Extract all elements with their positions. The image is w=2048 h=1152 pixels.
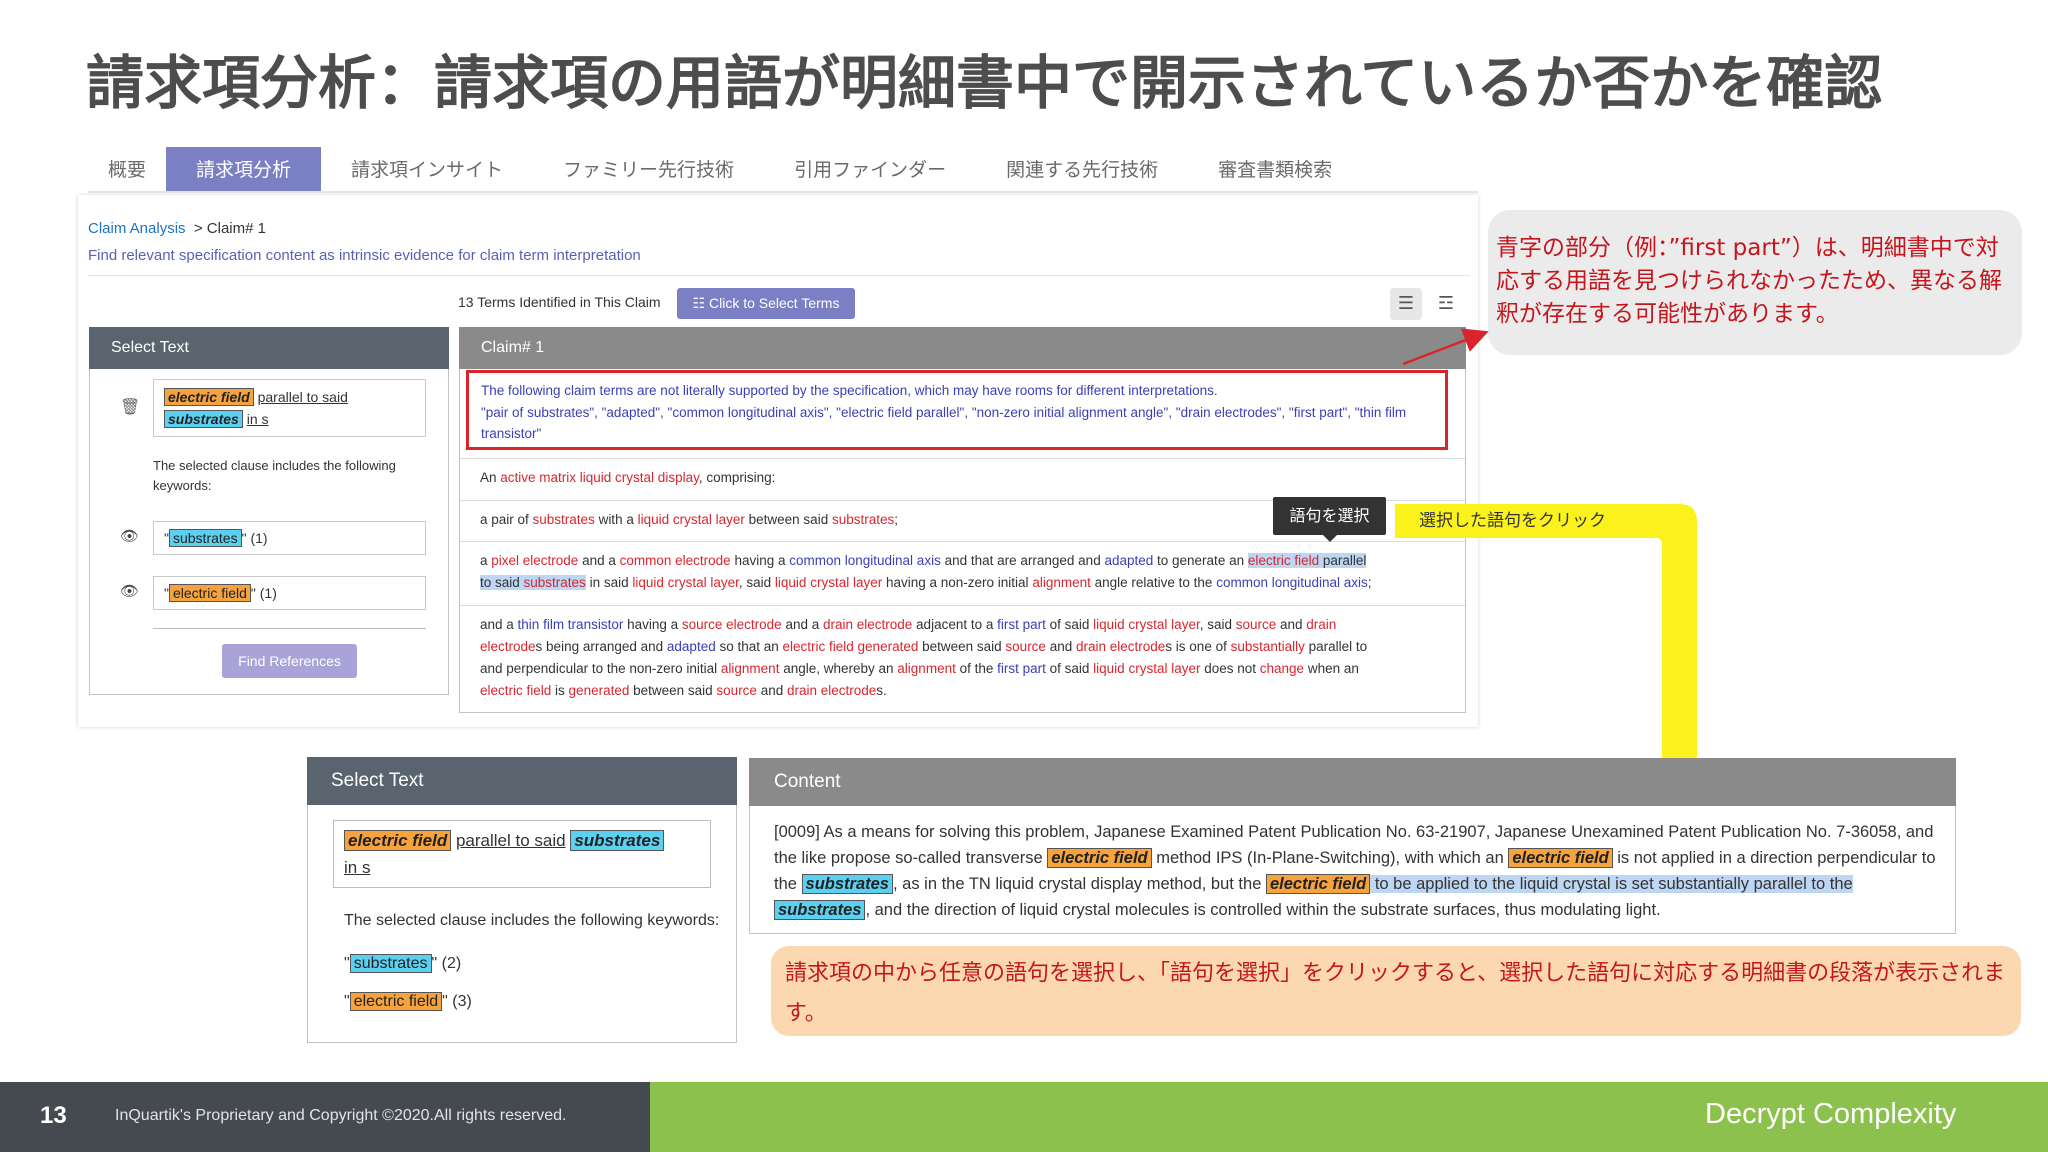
paragraph-text-selected: to be applied to the liquid crystal is s… (1370, 875, 1853, 893)
red-arrow (1402, 328, 1489, 366)
keyword-label: electric field (349, 992, 443, 1011)
highlight-term: electric field (344, 830, 452, 851)
content-header: Content (749, 758, 1956, 806)
keywords-note: The selected clause includes the followi… (344, 912, 720, 929)
tagline: Decrypt Complexity (1705, 1098, 1957, 1130)
highlight-term: electric field (1047, 848, 1152, 868)
highlight-term: electric field (1508, 848, 1613, 868)
paragraph-text: , and the direction of liquid crystal mo… (865, 901, 1661, 919)
keyword-item[interactable]: " electric field " (3) (344, 992, 472, 1011)
highlight-term: substrates (774, 900, 866, 920)
keyword-label: substrates (349, 954, 432, 973)
specification-paragraph: [0009] As a means for solving this probl… (774, 819, 1944, 923)
selected-text: parallel to said (455, 831, 566, 850)
paragraph-text: method IPS (In-Plane-Switching), with wh… (1151, 849, 1509, 867)
select-text-header: Select Text (307, 757, 737, 805)
keyword-item[interactable]: " substrates " (2) (344, 954, 462, 973)
selected-text-box[interactable]: electric field parallel to said substrat… (333, 820, 711, 888)
keyword-count: " (3) (442, 993, 472, 1010)
paragraph-text: , as in the TN liquid crystal display me… (892, 875, 1266, 893)
instruction-note: 請求項の中から任意の語句を選択し、「語句を選択」をクリックすると、選択した語句に… (771, 946, 2021, 1036)
yellow-arrow-body (1662, 504, 1697, 785)
keyword-count: " (2) (431, 955, 462, 972)
highlight-term: substrates (801, 874, 893, 894)
page-number: 13 (40, 1102, 67, 1129)
highlight-term: electric field (1265, 874, 1371, 894)
selected-text: in s (344, 858, 371, 877)
highlight-term: substrates (570, 830, 665, 851)
copyright: InQuartik's Proprietary and Copyright ©2… (115, 1107, 567, 1124)
click-selected-phrase-label: 選択した語句をクリック (1395, 504, 1675, 538)
